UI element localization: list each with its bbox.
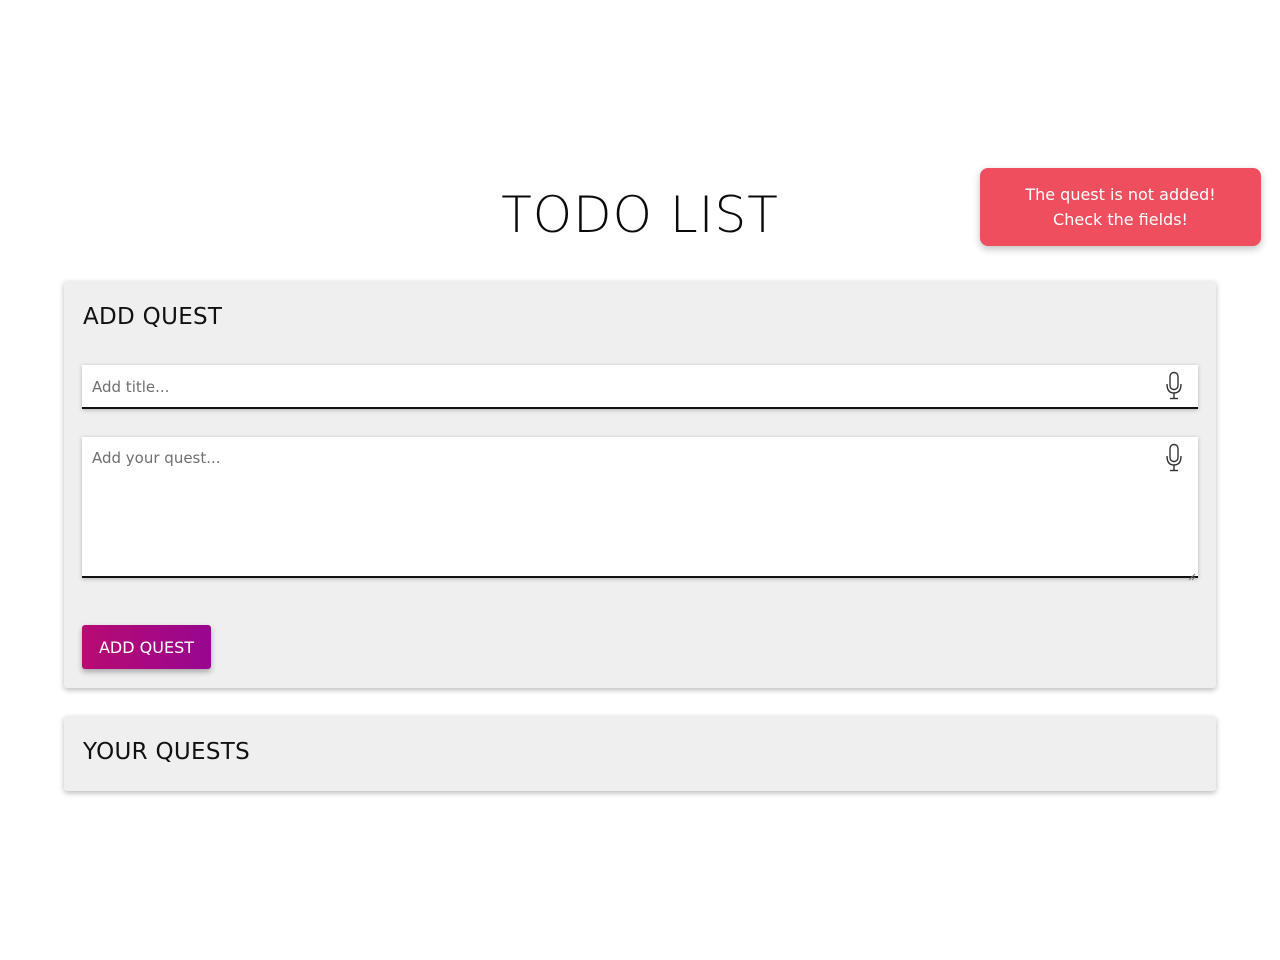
error-toast[interactable]: The quest is not added! Check the fields… bbox=[980, 168, 1261, 246]
toast-message-line-2: Check the fields! bbox=[1053, 210, 1188, 229]
microphone-icon[interactable] bbox=[1164, 443, 1184, 473]
title-input[interactable] bbox=[92, 377, 1132, 397]
toast-message-line-1: The quest is not added! bbox=[1025, 185, 1216, 204]
title-field bbox=[82, 365, 1198, 409]
resize-grip-icon[interactable] bbox=[1188, 566, 1196, 581]
your-quests-heading: YOUR QUESTS bbox=[83, 739, 251, 765]
add-quest-heading: ADD QUEST bbox=[83, 304, 223, 330]
quest-textarea[interactable] bbox=[92, 449, 1132, 559]
add-quest-panel: ADD QUEST Add title... Add your quest...… bbox=[64, 281, 1216, 688]
quest-field bbox=[82, 437, 1198, 581]
add-quest-button[interactable]: ADD QUEST bbox=[82, 625, 211, 669]
microphone-icon[interactable] bbox=[1164, 371, 1184, 401]
your-quests-panel: YOUR QUESTS bbox=[64, 716, 1216, 791]
